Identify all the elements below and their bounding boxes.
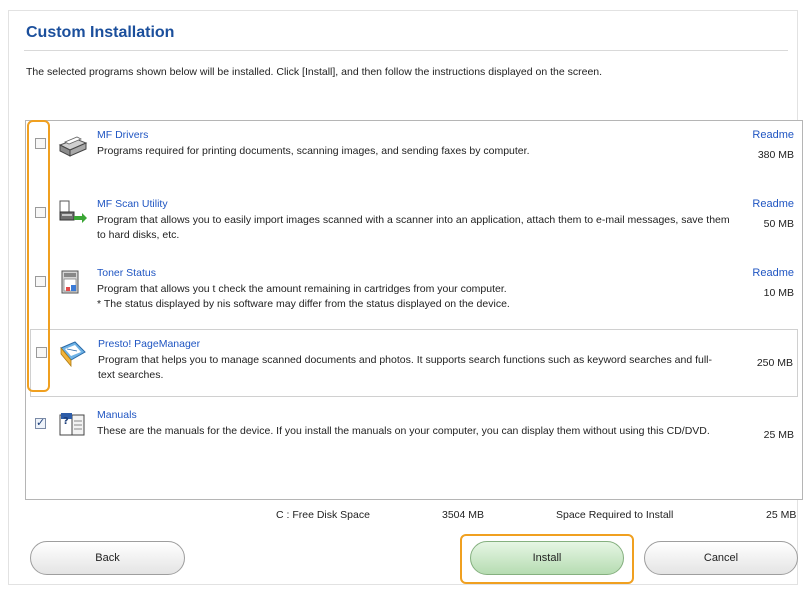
title-divider (24, 50, 788, 51)
svg-text:?: ? (63, 416, 69, 427)
program-name: Manuals (97, 409, 137, 421)
program-name: MF Scan Utility (97, 198, 168, 210)
free-disk-value: 3504 MB (442, 509, 485, 521)
program-name: MF Drivers (97, 129, 149, 141)
checkbox-highlight-box (27, 120, 50, 392)
program-size: 50 MB (763, 218, 794, 230)
program-description: Program that allows you t check the amou… (97, 283, 510, 310)
cancel-button[interactable]: Cancel (644, 541, 798, 575)
program-description: Programs required for printing documents… (97, 145, 530, 157)
required-space-label: Space Required to Install (556, 509, 674, 521)
list-item-mf-drivers: MF Drivers Programs required for printin… (26, 121, 802, 189)
readme-link[interactable]: Readme (752, 129, 794, 141)
scanner-icon (56, 198, 88, 230)
program-description: Program that helps you to manage scanned… (98, 354, 713, 381)
program-size: 250 MB (756, 357, 793, 369)
program-size: 10 MB (763, 287, 794, 299)
free-disk-label: C : Free Disk Space (276, 509, 370, 521)
list-item-presto-pagemanager: Presto! PageManager Program that helps y… (30, 329, 798, 397)
pagemanager-icon (57, 338, 89, 370)
list-item-manuals: ? Manuals These are the manuals for the … (26, 401, 802, 469)
toner-icon (56, 267, 88, 299)
install-highlight-box (460, 534, 634, 584)
program-description: These are the manuals for the device. If… (97, 425, 710, 437)
list-item-toner-status: Toner Status Program that allows you t c… (26, 259, 802, 327)
manual-book-icon: ? (56, 409, 88, 441)
program-list: MF Drivers Programs required for printin… (25, 120, 803, 500)
readme-link[interactable]: Readme (752, 267, 794, 279)
printer-icon (56, 129, 88, 161)
program-size: 380 MB (757, 149, 794, 161)
checkbox-manuals[interactable] (35, 416, 46, 429)
back-button[interactable]: Back (30, 541, 185, 575)
program-size: 25 MB (763, 429, 794, 441)
instruction-text: The selected programs shown below will b… (26, 66, 603, 78)
list-item-mf-scan-utility: MF Scan Utility Program that allows you … (26, 190, 802, 258)
required-space-value: 25 MB (766, 509, 797, 521)
program-name: Toner Status (97, 267, 156, 279)
program-description: Program that allows you to easily import… (97, 214, 730, 241)
readme-link[interactable]: Readme (752, 198, 794, 210)
page-title: Custom Installation (26, 24, 175, 41)
program-name: Presto! PageManager (98, 338, 201, 350)
